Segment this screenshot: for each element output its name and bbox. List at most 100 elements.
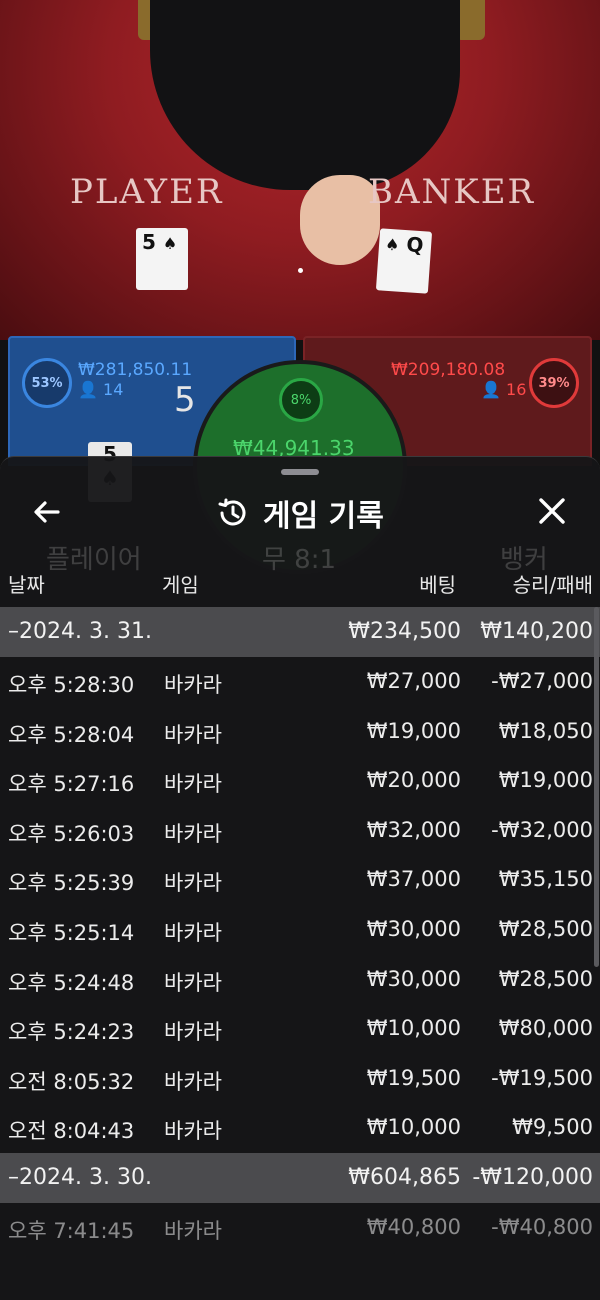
table-row[interactable]: 오후 7:41:45 바카라 ₩40,800 -₩40,800 [0, 1203, 600, 1253]
group-date: –2024. 3. 31. [8, 619, 152, 644]
row-time: 오후 5:27:16 [8, 772, 135, 797]
user-icon: 👤 [481, 380, 501, 399]
row-game: 바카라 [164, 1119, 222, 1144]
row-bet: ₩37,000 [366, 867, 461, 892]
row-bet: ₩20,000 [366, 768, 461, 793]
banker-bettors: 👤 16 [481, 380, 526, 399]
date-group-row[interactable]: –2024. 3. 30. ₩604,865 -₩120,000 [0, 1152, 600, 1203]
history-clock-icon [218, 498, 246, 526]
player-card: 5 ♠ [136, 228, 188, 290]
table-row[interactable]: 오후 5:28:04 바카라 ₩19,000 ₩18,050 [0, 707, 600, 757]
row-game: 바카라 [164, 772, 222, 797]
group-total-result: ₩140,200 [480, 619, 593, 644]
row-result: ₩9,500 [512, 1115, 593, 1140]
row-result: -₩19,500 [491, 1065, 593, 1090]
close-icon [539, 498, 565, 524]
row-bet: ₩30,000 [366, 916, 461, 941]
row-time: 오후 7:41:45 [8, 1218, 135, 1243]
table-row[interactable]: 오후 5:28:30 바카라 ₩27,000 -₩27,000 [0, 657, 600, 707]
history-table: –2024. 3. 31. ₩234,500 ₩140,200 오후 5:28:… [0, 607, 600, 1253]
row-time: 오후 5:26:03 [8, 821, 135, 846]
row-game: 바카라 [164, 1020, 222, 1045]
tie-percent: 8% [290, 392, 312, 408]
table-row[interactable]: 오후 5:25:14 바카라 ₩30,000 ₩28,500 [0, 905, 600, 955]
banker-percent-ring: 39% [529, 358, 579, 408]
table-header: 날짜 게임 베팅 승리/패배 [0, 569, 600, 597]
table-dot [298, 268, 303, 273]
row-result: ₩28,500 [498, 966, 593, 991]
player-bettors: 👤 14 [78, 380, 123, 399]
row-bet: ₩19,000 [366, 718, 461, 743]
row-result: ₩18,050 [498, 718, 593, 743]
banker-total-amount: ₩209,180.08 [391, 360, 506, 380]
group-date: –2024. 3. 30. [8, 1164, 152, 1190]
row-game: 바카라 [164, 920, 222, 945]
banker-card-rank: Q [405, 232, 425, 258]
back-arrow-icon [34, 501, 60, 523]
row-game: 바카라 [164, 1069, 222, 1094]
row-time: 오후 5:25:14 [8, 920, 135, 945]
table-row[interactable]: 오전 8:04:43 바카라 ₩10,000 ₩9,500 [0, 1103, 600, 1153]
column-result: 승리/패배 [512, 573, 593, 597]
table-row[interactable]: 오전 8:05:32 바카라 ₩19,500 -₩19,500 [0, 1054, 600, 1104]
row-time: 오후 5:24:23 [8, 1020, 135, 1045]
row-bet: ₩27,000 [366, 669, 461, 693]
row-bet: ₩10,000 [366, 1016, 461, 1041]
banker-percent: 39% [538, 375, 570, 391]
user-icon: 👤 [78, 380, 98, 399]
sheet-title: 게임 기록 [215, 493, 384, 534]
group-total-result: -₩120,000 [472, 1164, 593, 1190]
column-bet: 베팅 [419, 573, 456, 597]
row-bet: ₩10,000 [366, 1115, 461, 1140]
row-result: -₩27,000 [491, 669, 593, 693]
group-total-bet: ₩604,865 [348, 1164, 461, 1190]
row-result: -₩40,800 [491, 1214, 593, 1239]
row-game: 바카라 [164, 871, 222, 896]
page-title: 게임 기록 [263, 499, 384, 534]
row-time: 오전 8:05:32 [8, 1069, 135, 1094]
row-bet: ₩30,000 [366, 966, 461, 991]
sheet-header: 게임 기록 [0, 485, 600, 541]
banker-table-label: BANKER [368, 172, 536, 212]
table-row[interactable]: 오후 5:25:39 바카라 ₩37,000 ₩35,150 [0, 855, 600, 905]
row-time: 오후 5:28:04 [8, 722, 135, 747]
spade-icon: ♠ [162, 234, 178, 253]
column-date: 날짜 [8, 573, 45, 597]
row-time: 오전 8:04:43 [8, 1119, 135, 1144]
close-button[interactable] [534, 493, 570, 529]
player-bettors-count: 14 [103, 380, 124, 399]
player-table-label: PLAYER [70, 172, 224, 212]
back-button[interactable] [30, 495, 70, 531]
row-result: ₩80,000 [498, 1016, 593, 1041]
table-row[interactable]: 오후 5:24:48 바카라 ₩30,000 ₩28,500 [0, 955, 600, 1005]
row-bet: ₩40,800 [366, 1214, 461, 1239]
row-game: 바카라 [164, 821, 222, 846]
row-result: ₩28,500 [498, 916, 593, 941]
group-total-bet: ₩234,500 [348, 619, 461, 644]
row-time: 오후 5:28:30 [8, 673, 135, 697]
player-percent: 53% [31, 375, 63, 391]
row-bet: ₩19,500 [366, 1065, 461, 1090]
row-game: 바카라 [164, 1218, 222, 1243]
game-history-sheet: 게임 기록 플레이어 무 8:1 뱅커 날짜 게임 베팅 승리/패배 –2024… [0, 456, 600, 1300]
row-game: 바카라 [164, 673, 222, 697]
row-result: -₩32,000 [491, 817, 593, 842]
row-game: 바카라 [164, 722, 222, 747]
player-card-rank: 5 [142, 230, 156, 254]
player-percent-ring: 53% [22, 358, 72, 408]
scrollbar[interactable] [594, 607, 599, 967]
date-group-row[interactable]: –2024. 3. 31. ₩234,500 ₩140,200 [0, 607, 600, 657]
banker-bettors-count: 16 [506, 380, 527, 399]
player-score: 5 [174, 380, 196, 420]
table-row[interactable]: 오후 5:24:23 바카라 ₩10,000 ₩80,000 [0, 1004, 600, 1054]
row-result: ₩35,150 [498, 867, 593, 892]
table-row[interactable]: 오후 5:26:03 바카라 ₩32,000 -₩32,000 [0, 806, 600, 856]
row-result: ₩19,000 [498, 768, 593, 793]
column-game: 게임 [162, 573, 199, 597]
row-bet: ₩32,000 [366, 817, 461, 842]
banker-card: ♠ Q [375, 228, 433, 294]
table-row[interactable]: 오후 5:27:16 바카라 ₩20,000 ₩19,000 [0, 756, 600, 806]
sheet-drag-handle[interactable] [281, 469, 319, 475]
row-time: 오후 5:25:39 [8, 871, 135, 896]
player-total-amount: ₩281,850.11 [78, 360, 193, 380]
